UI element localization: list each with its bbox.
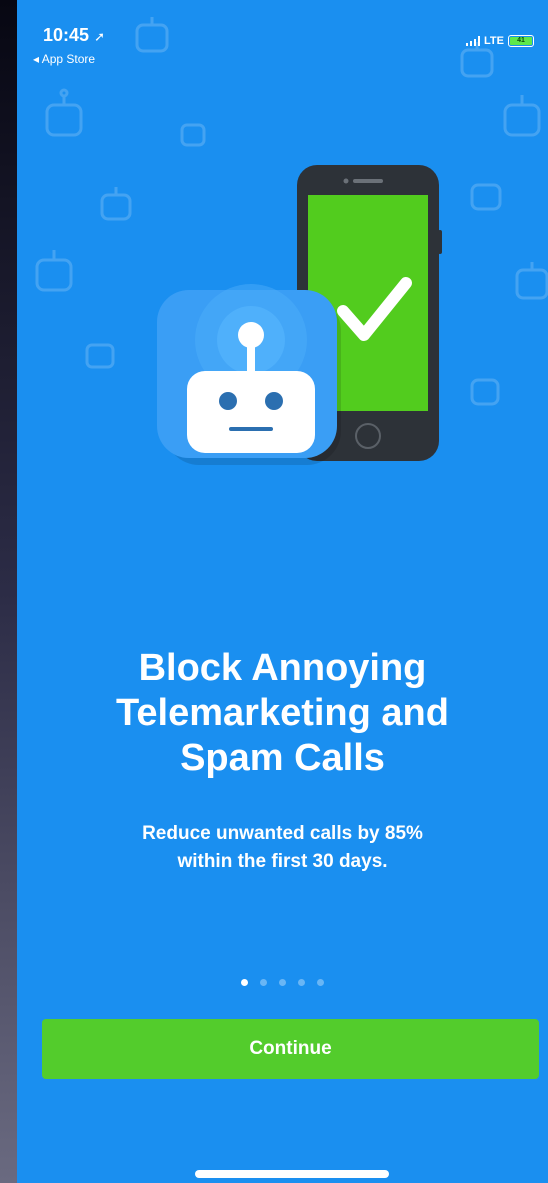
network-type: LTE <box>484 35 504 47</box>
onboarding-headline: Block Annoying Telemarketing and Spam Ca… <box>17 646 548 781</box>
signal-bars-icon <box>466 36 481 46</box>
continue-button[interactable]: Continue <box>42 1019 539 1079</box>
battery-level: 41 <box>510 37 532 45</box>
page-dot-2[interactable] <box>260 979 267 986</box>
battery-icon: 41 <box>508 35 534 47</box>
device-frame: 10:45 ➚ ◂ App Store LTE 41 Block Annoyin… <box>0 0 548 1183</box>
page-dot-1[interactable] <box>241 979 248 986</box>
status-bar: 10:45 ➚ ◂ App Store LTE 41 <box>17 0 548 80</box>
headline-line-2: Telemarketing and <box>116 692 449 734</box>
subtitle-line-2: within the first 30 days. <box>177 851 388 872</box>
headline-line-1: Block Annoying <box>138 647 427 689</box>
home-indicator[interactable] <box>195 1170 389 1178</box>
page-indicator <box>17 979 548 986</box>
headline-line-3: Spam Calls <box>180 737 385 779</box>
subtitle-line-1: Reduce unwanted calls by 85% <box>142 823 423 844</box>
location-arrow-icon: ➚ <box>94 29 105 44</box>
page-dot-4[interactable] <box>298 979 305 986</box>
robot-app-and-phone-checkmark-icon <box>157 165 442 465</box>
page-dot-3[interactable] <box>279 979 286 986</box>
robot-app-icon <box>157 284 341 465</box>
onboarding-screen: 10:45 ➚ ◂ App Store LTE 41 Block Annoyin… <box>17 0 548 1183</box>
status-indicators: LTE 41 <box>466 35 534 47</box>
page-dot-5[interactable] <box>317 979 324 986</box>
status-time: 10:45 ➚ <box>43 25 105 45</box>
onboarding-subtitle: Reduce unwanted calls by 85% within the … <box>17 820 548 876</box>
back-to-app-store-link[interactable]: ◂ App Store <box>33 52 95 66</box>
